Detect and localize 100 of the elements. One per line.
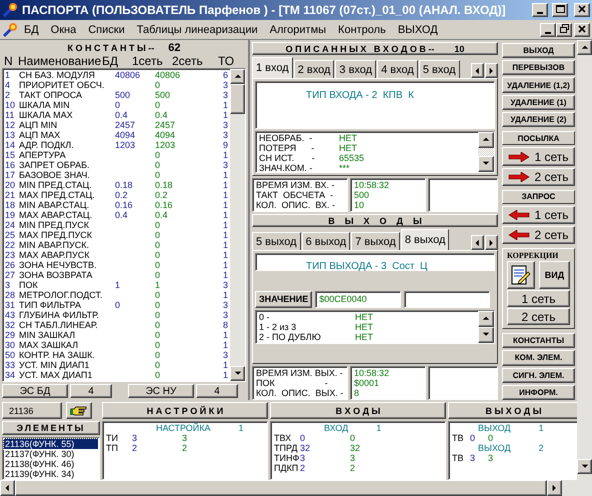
to-value: 1 [222,270,228,280]
group-number: 1 [238,423,244,433]
tab[interactable]: 1 вход [252,57,293,78]
constant-name: СН ТАБЛ.ЛИНЕАР. [19,320,99,330]
scroll-up-button[interactable] [230,69,245,84]
close-button[interactable] [574,22,590,36]
menu-item[interactable]: ВЫХОД [392,24,444,36]
net1-value: 0 [155,270,162,280]
group-number: 2 [538,443,544,453]
group-heading: ВЫХОД [478,443,511,453]
scroll-up-button[interactable] [577,40,592,55]
scroll-up-button[interactable] [478,132,494,148]
tab[interactable]: 5 выход [252,232,301,250]
action-button[interactable]: ИНФОРМ. [502,384,575,400]
scroll-left-button[interactable] [0,480,15,496]
request-button[interactable]: 2 сеть [502,226,575,244]
action-button[interactable]: КОМ. ЭЛЕМ. [502,350,575,366]
action-button[interactable]: СИГН. ЭЛЕМ. [502,368,575,383]
menu-item[interactable]: БД [18,24,45,36]
db-value: 1203 [115,140,136,150]
action-button[interactable]: КОНСТАНТЫ [502,333,575,348]
close-icon [578,5,586,13]
row-number: 24 [5,220,16,230]
action-button[interactable]: УДАЛЕНИЕ (1,2) [502,77,575,93]
group-number: 1 [538,423,544,433]
to-value: 3 [222,160,228,170]
tab[interactable]: 3 вход [335,60,376,78]
row-number: 30 [5,340,16,350]
element-item[interactable]: 21139(ФУНК. 34) [4,469,98,479]
menu-item[interactable]: Окна [44,24,82,36]
scroll-left-button[interactable] [471,235,484,250]
net1-value: 0 [155,260,162,270]
scroll-up-icon [234,72,242,80]
tab[interactable]: 2 вход [294,60,334,78]
element-item[interactable]: 21136(ФУНК. 55) [4,439,98,449]
footer-cell: 4 [196,384,238,398]
send-button[interactable]: 2 сеть [502,168,575,186]
menu-item[interactable]: Списки [82,24,131,36]
go-button[interactable] [66,402,92,419]
net1-value: 1 [155,280,162,290]
close-button[interactable] [574,3,590,17]
constants-count: 62 [168,42,181,54]
footer-cell: ЭС НУ [128,384,194,398]
request-button[interactable]: 1 сеть [502,206,575,224]
scroll-down-button[interactable] [230,366,245,381]
to-value: 3 [222,280,228,290]
minimize-button[interactable] [540,22,556,36]
restore-button[interactable] [556,22,572,36]
scroll-right-button[interactable] [547,480,562,496]
scroll-down-button[interactable] [577,459,592,474]
menu-item[interactable]: Контроль [332,24,392,36]
correction-net-button[interactable]: 2 сеть [507,308,570,326]
view-button[interactable]: ВИД [539,261,570,290]
row-number: 21 [5,190,16,200]
tab[interactable]: 8 выход [400,229,450,250]
outputs-title: В Ы Х О Д Ы [328,216,422,226]
edit-button[interactable] [507,261,535,290]
action-button[interactable]: УДАЛЕНИЕ (1) [502,94,575,110]
param-label: НЕОБРАБ. - [259,133,314,143]
correction-net-button[interactable]: 1 сеть [507,290,570,308]
scroll-thumb[interactable] [230,84,245,114]
send-button[interactable]: 1 сеть [502,147,575,166]
scroll-left-button[interactable] [471,63,484,78]
menu-item[interactable]: Таблицы линеаризации [130,24,264,36]
tab[interactable]: 7 выход [351,232,400,250]
tab[interactable]: 6 выход [302,232,350,250]
notepad-pencil-icon [510,264,532,286]
db-value: 2457 [115,120,136,130]
action-button[interactable]: УДАЛЕНИЕ (2) [502,112,575,128]
param-name: ТИНФ [274,453,300,463]
scroll-left-icon [474,66,482,74]
tab[interactable]: 4 вход [377,60,418,78]
maximize-button[interactable] [552,3,568,17]
net1-value: 0 [155,350,162,360]
scroll-down-button[interactable] [478,326,494,342]
element-item[interactable]: 21138(ФУНК. 46) [4,459,98,469]
to-value: 3 [222,310,228,320]
minimize-button[interactable] [532,3,548,17]
param-value: *** [339,163,351,173]
tab[interactable]: 5 вход [418,60,460,78]
to-value: 1 [222,340,228,350]
scroll-down-icon [234,370,242,378]
value-label: ЗНАЧЕНИЕ [255,290,312,308]
scroll-down-icon [580,462,588,470]
menu-item[interactable]: Алгоритмы [264,24,332,36]
db-value: 0 [115,300,122,310]
scroll-right-button[interactable] [485,63,498,78]
scroll-up-button[interactable] [478,310,494,326]
scroll-thumb[interactable] [15,480,547,496]
action-button[interactable]: ПЕРЕВЫЗОВ [502,60,575,76]
scroll-right-button[interactable] [485,235,498,250]
element-id-field[interactable]: 21136 [2,402,62,419]
param-label: СН ИСТ. - [259,153,316,163]
element-item[interactable]: 21137(ФУНК. 30) [4,449,98,459]
constant-name: СН БАЗ. МОДУЛЯ [19,70,96,80]
info-value: 8 [354,388,360,398]
row-number: 16 [5,160,16,170]
action-button[interactable]: ВЫХОД [502,43,575,58]
net1-value: 0.2 [155,190,169,200]
scroll-down-button[interactable] [478,156,494,172]
